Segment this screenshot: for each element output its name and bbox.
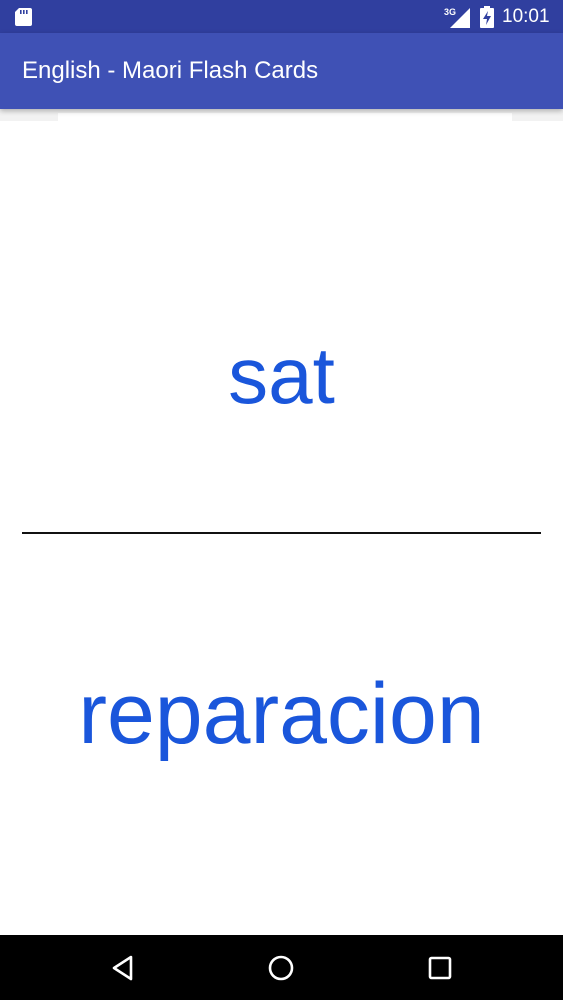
card-divider xyxy=(22,532,541,534)
app-title: English - Maori Flash Cards xyxy=(22,57,319,84)
screen: 3G 10:01 English - Maori Flash Cards sat… xyxy=(0,0,563,1000)
maori-word[interactable]: reparacion xyxy=(0,666,563,762)
status-bar: 3G 10:01 xyxy=(0,0,563,33)
recents-icon[interactable] xyxy=(423,951,457,985)
network-type-label: 3G xyxy=(444,7,456,17)
back-icon[interactable] xyxy=(106,951,140,985)
signal-3g-icon: 3G xyxy=(444,7,470,28)
battery-charging-icon xyxy=(480,6,494,28)
flash-card-area: sat reparacion xyxy=(0,109,563,939)
english-word[interactable]: sat xyxy=(0,331,563,421)
status-clock: 10:01 xyxy=(502,6,550,27)
sd-card-icon xyxy=(15,8,32,26)
app-bar: English - Maori Flash Cards xyxy=(0,33,563,109)
flash-card[interactable]: sat reparacion xyxy=(0,121,563,935)
navigation-bar xyxy=(0,935,563,1000)
home-icon[interactable] xyxy=(264,951,298,985)
